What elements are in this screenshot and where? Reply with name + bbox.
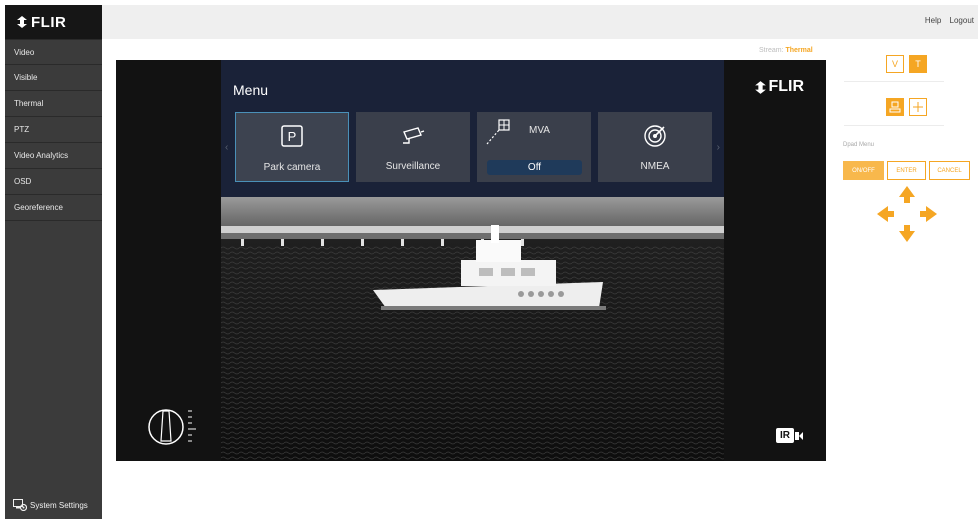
logout-link[interactable]: Logout [950, 16, 974, 25]
dpad-control [877, 186, 937, 242]
top-bar: Help Logout [102, 5, 978, 39]
park-position-button[interactable] [886, 98, 904, 116]
video-letterbox-right [724, 60, 826, 461]
menu-item-mva[interactable]: MVA Off [477, 112, 591, 182]
camera-menu: Menu ‹ › P Park camera Surveillance MVA … [221, 60, 724, 197]
sidebar-item-video[interactable]: Video [5, 39, 102, 65]
divider [844, 81, 944, 82]
help-link[interactable]: Help [925, 16, 941, 25]
sidebar-item-osd[interactable]: OSD [5, 169, 102, 195]
sidebar-item-georeference[interactable]: Georeference [5, 195, 102, 221]
menu-item-park-camera[interactable]: P Park camera [235, 112, 349, 182]
sidebar-item-thermal[interactable]: Thermal [5, 91, 102, 117]
dpad-up-arrow-icon[interactable] [899, 186, 915, 203]
video-letterbox-left [116, 60, 221, 461]
app-window: FLIR Video Visible Thermal PTZ Video Ana… [0, 0, 978, 520]
heading-compass-icon [148, 409, 196, 445]
enter-button[interactable]: ENTER [887, 161, 926, 180]
dpad-down-arrow-icon[interactable] [899, 225, 915, 242]
stream-value: Thermal [785, 47, 813, 54]
mva-label: MVA [529, 125, 550, 136]
menu-right-arrow[interactable]: › [717, 142, 720, 153]
visible-stream-button[interactable]: V [886, 55, 904, 73]
surveillance-camera-icon [403, 127, 425, 144]
thermal-stream-button[interactable]: T [909, 55, 927, 73]
stream-indicator: Stream: Thermal [759, 47, 813, 54]
sidebar-nav: Video Visible Thermal PTZ Video Analytic… [5, 39, 102, 221]
flir-logo: FLIR [5, 5, 102, 39]
flir-overlay-logo: FLIR [753, 78, 804, 96]
sidebar-item-visible[interactable]: Visible [5, 65, 102, 91]
menu-item-nmea[interactable]: NMEA [598, 112, 712, 182]
cancel-button[interactable]: CANCEL [929, 161, 970, 180]
ir-indicator: IR [776, 428, 804, 443]
dpad-menu-label: Dpad Menu [843, 142, 875, 148]
divider [844, 125, 944, 126]
menu-title: Menu [233, 82, 269, 98]
system-settings-label: System Settings [30, 500, 88, 510]
nmea-radar-icon [644, 125, 666, 147]
stream-label: Stream: [759, 47, 784, 54]
system-settings-button[interactable]: System Settings [13, 499, 88, 511]
park-camera-label: Park camera [263, 162, 321, 173]
sidebar-item-ptz[interactable]: PTZ [5, 117, 102, 143]
mva-icon [486, 119, 510, 145]
dpad-right-arrow-icon[interactable] [920, 206, 937, 222]
dpad-left-arrow-icon[interactable] [877, 206, 894, 222]
nmea-label: NMEA [640, 161, 670, 172]
sidebar-item-video-analytics[interactable]: Video Analytics [5, 143, 102, 169]
park-icon: P [281, 125, 303, 147]
flir-overlay-icon [755, 80, 767, 94]
svg-text:P: P [288, 129, 297, 144]
logo-text: FLIR [31, 13, 67, 31]
menu-left-arrow[interactable]: ‹ [225, 142, 228, 153]
video-camera-icon [795, 431, 803, 440]
surveillance-label: Surveillance [385, 161, 441, 172]
flir-overlay-text: FLIR [768, 78, 804, 95]
flir-logo-icon [17, 16, 27, 28]
top-links: Help Logout [919, 16, 974, 25]
system-settings-icon [13, 499, 27, 511]
ir-label: IR [776, 428, 794, 443]
video-stream[interactable]: Menu ‹ › P Park camera Surveillance MVA … [116, 60, 826, 461]
mva-value[interactable]: Off [487, 160, 582, 175]
menu-item-surveillance[interactable]: Surveillance [356, 112, 470, 182]
onoff-button[interactable]: ON/OFF [843, 161, 884, 180]
person-home-icon [889, 101, 901, 113]
crosshair-icon [913, 102, 923, 112]
ptz-center-button[interactable] [909, 98, 927, 116]
sidebar: FLIR Video Visible Thermal PTZ Video Ana… [5, 5, 102, 519]
